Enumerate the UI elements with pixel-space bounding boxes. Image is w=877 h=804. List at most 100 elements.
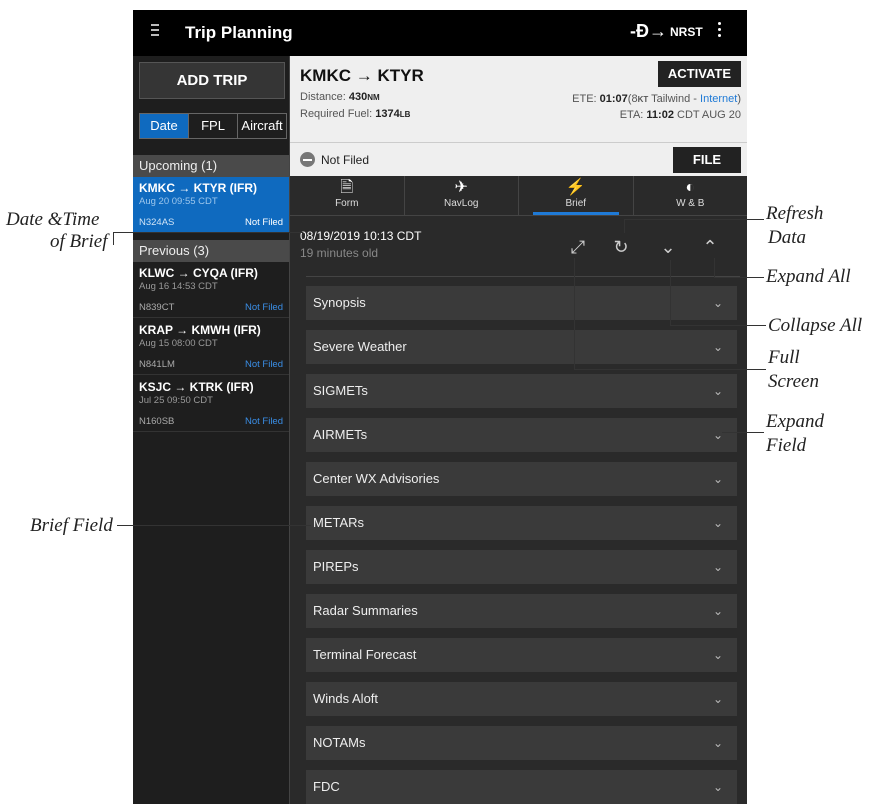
brief-field[interactable]: NOTAMs ⌄ [306, 726, 737, 760]
previous-header: Previous (3) [133, 240, 289, 262]
chevron-down-icon[interactable]: ⌄ [713, 682, 723, 716]
divider [306, 276, 740, 277]
file-button[interactable]: FILE [673, 147, 741, 173]
trip-registration: N839CT [139, 302, 175, 313]
leader-line [722, 432, 764, 433]
chevron-down-icon[interactable]: ⌄ [713, 506, 723, 540]
collapse-all-icon[interactable]: ⌄ [657, 236, 679, 258]
leader-line [714, 277, 764, 278]
expand-all-icon[interactable]: ⌃ [699, 236, 721, 258]
chevron-down-icon[interactable]: ⌄ [713, 286, 723, 320]
navlog-icon: ✈ [454, 179, 468, 196]
brief-field[interactable]: Radar Summaries ⌄ [306, 594, 737, 628]
leader-line [624, 219, 764, 220]
more-options-icon[interactable] [716, 22, 722, 44]
trip-item[interactable]: KMKC → KTYR (IFR) Aug 20 09:55 CDT N324A… [133, 177, 289, 233]
callout-data: Data [768, 227, 806, 248]
chevron-down-icon[interactable]: ⌄ [713, 770, 723, 804]
callout-date-time: Date &Time [6, 209, 100, 230]
brief-field[interactable]: METARs ⌄ [306, 506, 737, 540]
chevron-down-icon[interactable]: ⌄ [713, 638, 723, 672]
brief-field[interactable]: AIRMETs ⌄ [306, 418, 737, 452]
distance-readout: Distance: 430NM [300, 91, 380, 103]
nearest-icon[interactable]: -Ð→ [630, 21, 667, 42]
brief-icon: ⚡ [565, 179, 586, 196]
menu-icon[interactable] [151, 24, 163, 38]
route-title: KMKC → KTYR [300, 66, 424, 85]
brief-field[interactable]: FDC ⌄ [306, 770, 737, 804]
trip-tabs: 🗎 Form ✈ NavLog ⚡ Brief ◐ W & B [290, 176, 747, 216]
callout-expand: Expand [766, 411, 825, 432]
leader-line [117, 525, 311, 526]
leader-line [113, 232, 114, 245]
trip-route: KLWC → CYQA (IFR) [139, 266, 258, 280]
trip-status: Not Filed [244, 416, 283, 427]
app-title: Trip Planning [185, 23, 293, 42]
brief-info-bar: 08/19/2019 10:13 CDT 19 minutes old ⤢ ↻ … [290, 216, 747, 278]
filing-status: Not Filed [321, 153, 370, 167]
brief-field[interactable]: PIREPs ⌄ [306, 550, 737, 584]
device-screen: Trip Planning -Ð→ NRST ADD TRIP Date FPL… [133, 10, 747, 804]
callout-refresh: Refresh [766, 203, 824, 224]
tab-brief[interactable]: ⚡ Brief [519, 176, 634, 215]
brief-field[interactable]: SIGMETs ⌄ [306, 374, 737, 408]
trip-sidebar: ADD TRIP Date FPL Aircraft Upcoming (1) … [133, 56, 290, 804]
brief-field[interactable]: Terminal Forecast ⌄ [306, 638, 737, 672]
leader-line [624, 219, 625, 233]
upcoming-header: Upcoming (1) [133, 155, 289, 177]
trip-status: Not Filed [244, 217, 283, 228]
trip-registration: N324AS [139, 217, 175, 228]
tab-weight-balance[interactable]: ◐ W & B [634, 176, 748, 215]
chevron-down-icon[interactable]: ⌄ [713, 594, 723, 628]
leader-line [670, 260, 671, 326]
brief-field[interactable]: Center WX Advisories ⌄ [306, 462, 737, 496]
callout-screen: Screen [768, 371, 819, 392]
trip-route: KMKC → KTYR (IFR) [139, 181, 257, 195]
sort-date-tab[interactable]: Date [140, 114, 189, 138]
leader-line [670, 325, 766, 326]
trip-date: Jul 25 09:50 CDT [139, 395, 213, 406]
activate-button[interactable]: ACTIVATE [657, 61, 741, 87]
chevron-down-icon[interactable]: ⌄ [713, 462, 723, 496]
add-trip-button[interactable]: ADD TRIP [139, 62, 285, 99]
callout-brief-field: Brief Field [30, 515, 113, 536]
trip-status: Not Filed [244, 302, 283, 313]
trip-route: KSJC → KTRK (IFR) [139, 380, 254, 394]
trip-item[interactable]: KSJC → KTRK (IFR) Jul 25 09:50 CDT N160S… [133, 376, 289, 432]
chevron-down-icon[interactable]: ⌄ [713, 418, 723, 452]
trip-header: KMKC → KTYR Distance: 430NM Required Fue… [290, 56, 747, 142]
chevron-down-icon[interactable]: ⌄ [713, 330, 723, 364]
tab-form[interactable]: 🗎 Form [290, 176, 405, 215]
weight-balance-icon: ◐ [685, 179, 696, 196]
chevron-down-icon[interactable]: ⌄ [713, 726, 723, 760]
trip-route: KRAP → KMWH (IFR) [139, 323, 261, 337]
full-screen-icon[interactable]: ⤢ [567, 236, 589, 258]
leader-line [574, 369, 766, 370]
sort-segmented-control: Date FPL Aircraft [139, 113, 287, 139]
trip-date: Aug 15 08:00 CDT [139, 338, 218, 349]
brief-field[interactable]: Synopsis ⌄ [306, 286, 737, 320]
eta-readout: ETA: 11:02 CDT AUG 20 [619, 109, 741, 121]
sort-aircraft-tab[interactable]: Aircraft [238, 114, 286, 138]
not-filed-icon [300, 152, 315, 167]
trip-date: Aug 20 09:55 CDT [139, 196, 218, 207]
brief-field[interactable]: Winds Aloft ⌄ [306, 682, 737, 716]
callout-of-brief: of Brief [50, 231, 108, 252]
filing-status-bar: Not Filed FILE [290, 142, 747, 176]
trip-item[interactable]: KLWC → CYQA (IFR) Aug 16 14:53 CDT N839C… [133, 262, 289, 318]
nrst-button[interactable]: NRST [670, 25, 703, 39]
chevron-down-icon[interactable]: ⌄ [713, 550, 723, 584]
ete-readout: ETE: 01:07(8KT Tailwind - Internet) [572, 93, 741, 105]
leader-line [714, 258, 715, 278]
tab-navlog[interactable]: ✈ NavLog [405, 176, 519, 215]
callout-collapse-all: Collapse All [768, 315, 863, 336]
trip-item[interactable]: KRAP → KMWH (IFR) Aug 15 08:00 CDT N841L… [133, 319, 289, 375]
required-fuel-readout: Required Fuel: 1374LB [300, 108, 411, 120]
callout-field: Field [766, 435, 807, 456]
sort-fpl-tab[interactable]: FPL [189, 114, 238, 138]
chevron-down-icon[interactable]: ⌄ [713, 374, 723, 408]
refresh-icon[interactable]: ↻ [610, 236, 632, 258]
leader-line [113, 232, 303, 233]
brief-field[interactable]: Severe Weather ⌄ [306, 330, 737, 364]
callout-full: Full [768, 347, 800, 368]
